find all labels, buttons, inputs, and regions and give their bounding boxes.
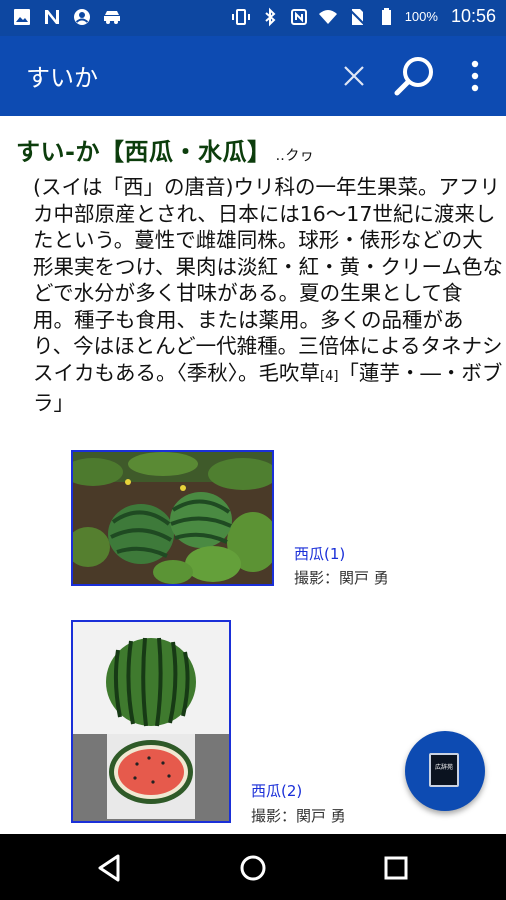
navigation-bar bbox=[0, 834, 506, 900]
battery-percent: 100% bbox=[404, 9, 438, 24]
car-icon bbox=[104, 11, 120, 24]
search-query[interactable]: すいか bbox=[26, 58, 98, 93]
no-sim-icon bbox=[347, 7, 366, 26]
close-icon[interactable] bbox=[336, 58, 372, 94]
figure-watermelon-cut[interactable] bbox=[71, 620, 231, 823]
watermelon-cut-image bbox=[73, 622, 229, 821]
figure-2-credit: 撮影：関戸 勇 bbox=[251, 807, 346, 825]
headword: すい‐か【西瓜・水瓜】 ‥クヮ bbox=[16, 132, 314, 167]
definition: (スイは「西」の唐音)ウリ科の一年生果菜。アフリカ中部原産とされ、日本には16～… bbox=[33, 174, 503, 417]
status-bar: 100% 10:56 bbox=[0, 0, 506, 36]
dictionary-book-icon: 広辞苑 bbox=[429, 753, 459, 787]
definition-main: (スイは「西」の唐音)ウリ科の一年生果菜。アフリカ中部原産とされ、日本には16～… bbox=[33, 175, 503, 385]
app-bar: すいか bbox=[0, 36, 506, 116]
figure-1-link[interactable]: 西瓜(1) bbox=[294, 543, 345, 564]
dictionary-fab[interactable]: 広辞苑 bbox=[405, 731, 485, 811]
gallery-icon bbox=[14, 9, 30, 25]
watermelon-field-image bbox=[73, 452, 272, 584]
back-icon[interactable] bbox=[88, 846, 132, 890]
reading: ‥クヮ bbox=[275, 148, 315, 164]
clock: 10:56 bbox=[450, 6, 496, 26]
search-icon[interactable] bbox=[390, 52, 438, 100]
nfc-icon bbox=[290, 8, 307, 25]
figure-watermelon-field[interactable] bbox=[71, 450, 274, 586]
citation-number: [4] bbox=[320, 368, 339, 384]
vibrate-icon bbox=[231, 8, 250, 25]
battery-icon bbox=[381, 7, 391, 25]
home-icon[interactable] bbox=[231, 846, 275, 890]
wifi-icon bbox=[318, 9, 337, 24]
entry-content: すい‐か【西瓜・水瓜】 ‥クヮ (スイは「西」の唐音)ウリ科の一年生果菜。アフリカ… bbox=[0, 116, 506, 834]
n-app-icon bbox=[45, 10, 59, 24]
figure-2-link[interactable]: 西瓜(2) bbox=[251, 780, 302, 801]
more-vert-icon[interactable] bbox=[460, 56, 490, 96]
account-icon bbox=[74, 9, 90, 25]
figure-1-credit: 撮影：関戸 勇 bbox=[294, 569, 389, 587]
bluetooth-icon bbox=[265, 7, 276, 26]
fab-book-label: 広辞苑 bbox=[434, 764, 453, 771]
recents-icon[interactable] bbox=[374, 846, 418, 890]
headword-text: すい‐か【西瓜・水瓜】 bbox=[16, 138, 272, 166]
